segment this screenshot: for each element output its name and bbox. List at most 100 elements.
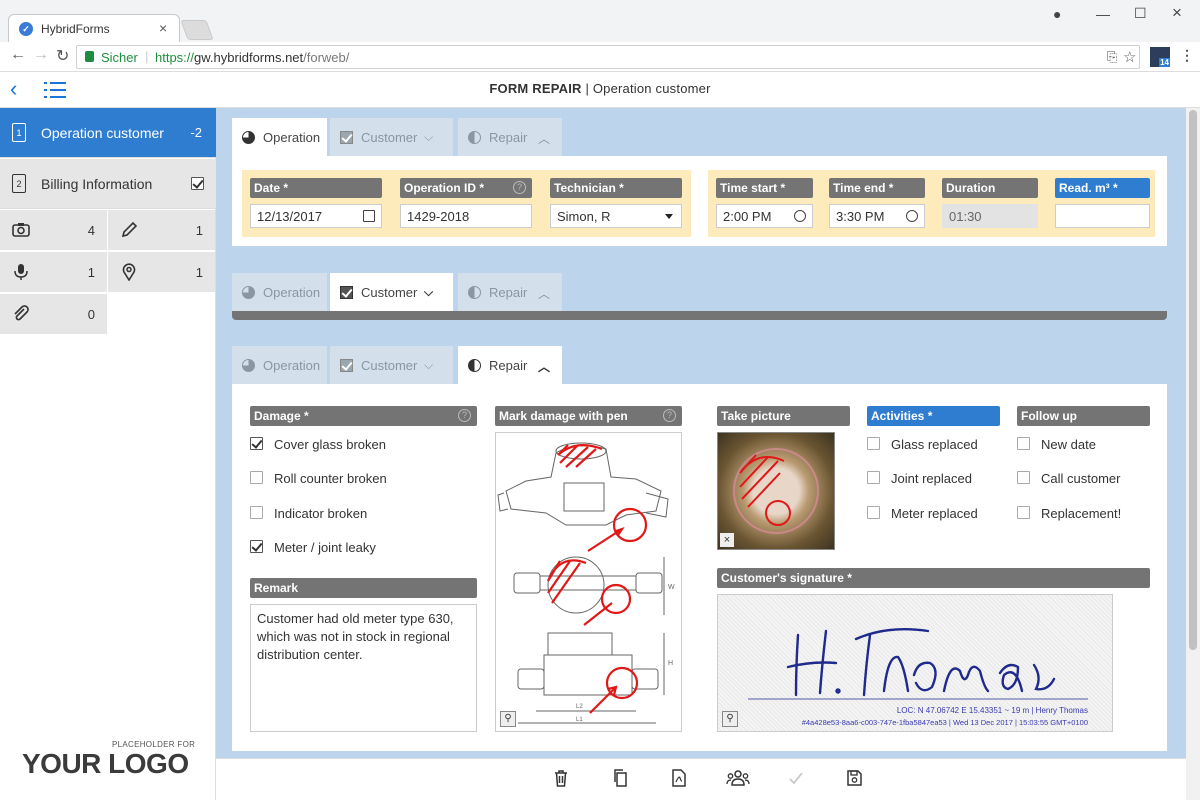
zoom-icon[interactable]: ⚲: [722, 711, 738, 727]
checkbox-checked[interactable]: [250, 540, 263, 553]
reload-icon[interactable]: ↻: [56, 46, 69, 66]
signature-meta-text: #4a428e53-8aa6-c003-747e-1fba5847ea53 | …: [802, 718, 1088, 727]
time-end-label: Time end *: [829, 178, 925, 198]
tile-count: 1: [87, 265, 95, 280]
tab-label: Customer: [361, 130, 418, 145]
tab-customer[interactable]: Customer ⌵: [330, 118, 453, 156]
extension-icon[interactable]: 14: [1150, 47, 1170, 67]
checkbox[interactable]: [867, 506, 880, 519]
handwritten-signature-image: LOC: N 47.06742 E 15.43351 ~ 19 m | Henr…: [748, 628, 1088, 727]
remark-textarea[interactable]: Customer had old meter type 630, which w…: [250, 604, 477, 732]
back-chevron-icon[interactable]: ‹: [10, 76, 17, 102]
help-icon[interactable]: ?: [458, 409, 471, 422]
calendar-icon[interactable]: [363, 210, 375, 222]
operation-id-field[interactable]: 1429-2018: [400, 204, 532, 228]
url-field[interactable]: Sicher | https://gw.hybridforms.net/forw…: [76, 45, 1140, 69]
tab-customer[interactable]: Customer ⌵: [330, 273, 453, 311]
close-tab-icon[interactable]: ×: [159, 20, 167, 36]
tile-count: 0: [87, 307, 95, 322]
users-icon[interactable]: [726, 769, 750, 787]
meter-photo-thumbnail[interactable]: ×: [717, 432, 835, 550]
back-arrow-icon[interactable]: ←: [10, 46, 26, 64]
water-meter-sketch-image: W H L2 L1: [497, 442, 675, 724]
browser-menu-icon[interactable]: ⋮: [1180, 47, 1194, 64]
tile-attachments[interactable]: 0: [0, 294, 107, 335]
sidebar-item-count: -2: [190, 125, 202, 140]
duration-label: Duration: [942, 178, 1038, 198]
tile-audio[interactable]: 1: [0, 252, 107, 293]
bookmark-star-icon[interactable]: ☆: [1123, 48, 1136, 66]
forward-arrow-icon[interactable]: →: [33, 46, 49, 64]
zoom-icon[interactable]: ⚲: [500, 711, 516, 727]
page-title-separator: |: [581, 81, 593, 96]
browser-tab[interactable]: ✓ HybridForms ×: [8, 14, 180, 42]
sidebar-item-billing-information[interactable]: 2 Billing Information: [0, 159, 216, 209]
trash-icon[interactable]: [553, 769, 569, 787]
checkbox[interactable]: [1017, 471, 1030, 484]
time-end-field[interactable]: 3:30 PM: [829, 204, 925, 228]
operation-id-label-text: Operation ID *: [404, 181, 485, 195]
activities-label: Activities *: [867, 406, 1000, 426]
url-path: /forweb/: [303, 50, 350, 65]
tile-photos[interactable]: 4: [0, 210, 107, 251]
checkbox-checked[interactable]: [250, 437, 263, 450]
help-icon[interactable]: ?: [513, 181, 526, 194]
paperclip-icon: [14, 305, 29, 321]
pen-icon: [121, 221, 138, 238]
checkbox[interactable]: [867, 471, 880, 484]
save-icon[interactable]: [846, 769, 862, 787]
location-pin-icon: [122, 263, 136, 281]
date-field[interactable]: 12/13/2017: [250, 204, 382, 228]
take-picture-label: Take picture: [717, 406, 850, 426]
sidebar-item-operation-customer[interactable]: 1 Operation customer -2: [0, 108, 216, 158]
tile-locations[interactable]: 1: [108, 252, 215, 293]
tab-label: Operation: [263, 285, 321, 300]
tab-repair[interactable]: Repair ︿: [458, 273, 562, 311]
translate-icon[interactable]: ⎘: [1107, 49, 1117, 65]
user-profile-icon[interactable]: ●: [1053, 6, 1061, 22]
tab-operation[interactable]: Operation: [232, 273, 327, 311]
new-tab-button[interactable]: [180, 20, 214, 40]
minimize-icon[interactable]: —: [1096, 6, 1110, 22]
technician-label: Technician *: [550, 178, 682, 198]
tab-label: Customer: [361, 358, 418, 373]
checkbox[interactable]: [250, 506, 263, 519]
clock-icon[interactable]: [794, 210, 806, 222]
chevron-up-icon: ︿: [538, 132, 551, 146]
progress-pie-icon: [468, 131, 481, 144]
tab-repair[interactable]: Repair ︿: [458, 346, 562, 384]
reading-field[interactable]: [1055, 204, 1150, 228]
scrollbar-thumb[interactable]: [1189, 110, 1197, 650]
sketch-canvas[interactable]: W H L2 L1 ⚲: [495, 432, 682, 732]
remove-photo-icon[interactable]: ×: [720, 533, 734, 547]
scrollbar[interactable]: [1186, 108, 1200, 800]
tab-label: Customer: [361, 285, 418, 300]
window-close-icon[interactable]: ×: [1172, 3, 1182, 23]
check-icon[interactable]: [788, 769, 804, 787]
clock-icon[interactable]: [906, 210, 918, 222]
tile-sketches[interactable]: 1: [108, 210, 215, 251]
maximize-icon[interactable]: ☐: [1134, 5, 1147, 22]
pdf-icon[interactable]: [671, 769, 687, 787]
time-start-field[interactable]: 2:00 PM: [716, 204, 813, 228]
tab-operation[interactable]: Operation: [232, 346, 327, 384]
address-bar-row: ← → ↻ Sicher | https://gw.hybridforms.ne…: [0, 42, 1200, 72]
repair-panel: Damage *? Cover glass broken Roll counte…: [232, 384, 1167, 751]
copy-icon[interactable]: [612, 769, 628, 787]
tab-customer[interactable]: Customer ⌵: [330, 346, 453, 384]
mark-damage-label: Mark damage with pen?: [495, 406, 682, 426]
list-menu-icon[interactable]: [44, 82, 66, 98]
checkbox[interactable]: [867, 437, 880, 450]
logo-text: YOUR LOGO: [22, 748, 189, 779]
chevron-down-icon: ⌵: [424, 285, 434, 299]
checkbox[interactable]: [1017, 506, 1030, 519]
technician-select[interactable]: Simon, R: [550, 204, 682, 228]
checkbox[interactable]: [1017, 437, 1030, 450]
svg-text:W: W: [668, 584, 675, 591]
tab-operation[interactable]: Operation: [232, 118, 327, 156]
help-icon[interactable]: ?: [663, 409, 676, 422]
checkbox[interactable]: [250, 471, 263, 484]
tab-repair[interactable]: Repair ︿: [458, 118, 562, 156]
customer-collapsed-panel[interactable]: [232, 311, 1167, 320]
signature-pad[interactable]: LOC: N 47.06742 E 15.43351 ~ 19 m | Henr…: [717, 594, 1113, 732]
